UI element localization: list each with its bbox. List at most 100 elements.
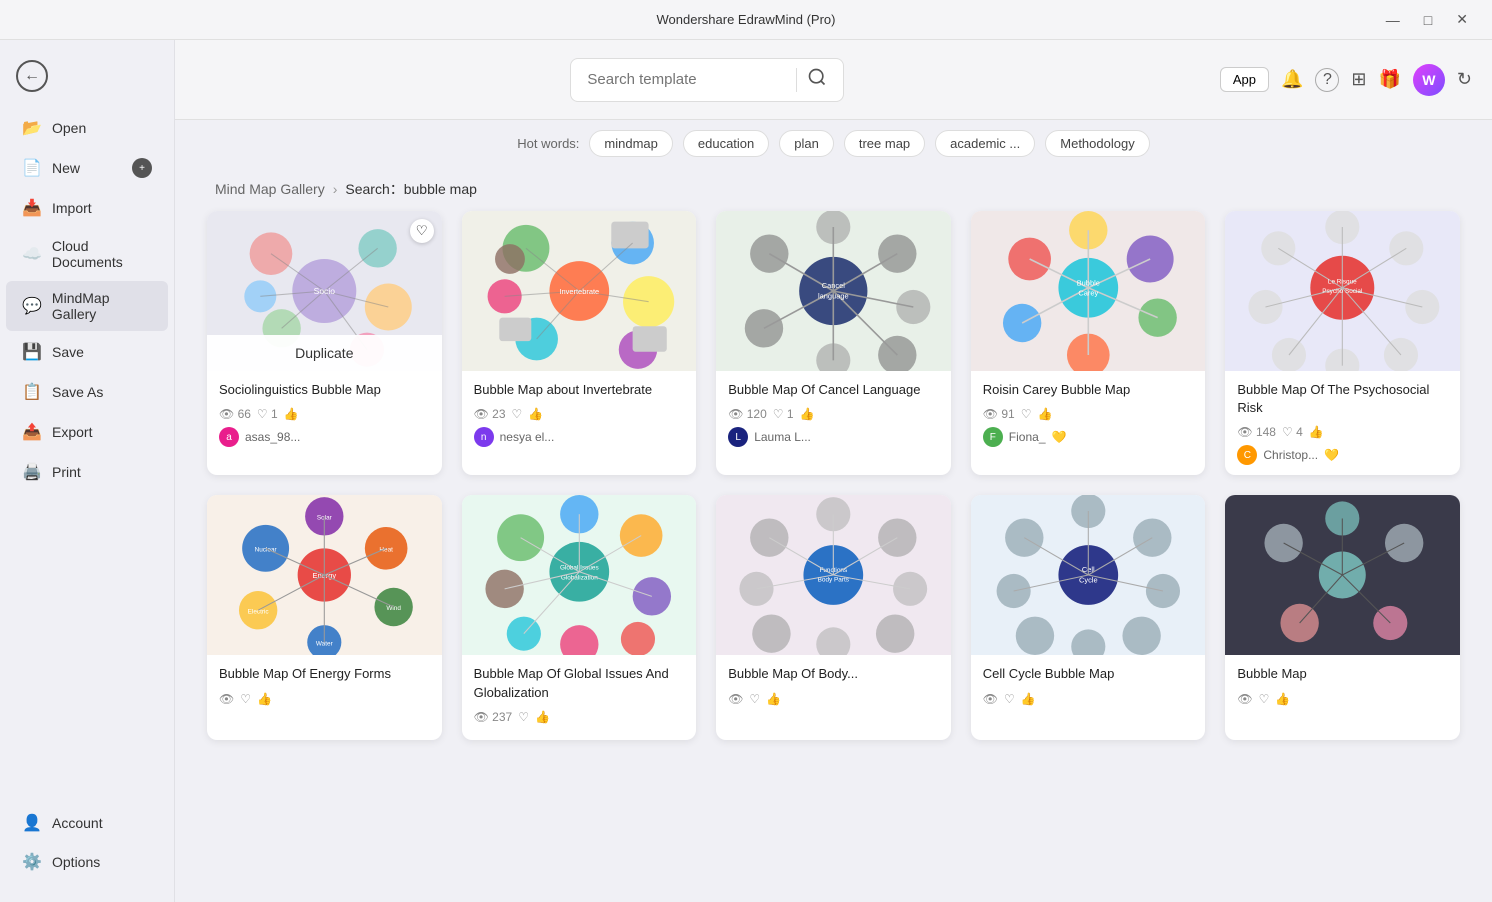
likes-5: ♡ 4	[1282, 425, 1303, 439]
sidebar-label-save: Save	[52, 344, 84, 360]
card-thumb-6: Energy Nuclear Solar Heat Wind Water Ele…	[207, 495, 442, 655]
hot-tag-methodology[interactable]: Methodology	[1045, 130, 1149, 157]
sidebar-item-mindmap[interactable]: 💬 MindMap Gallery	[6, 281, 168, 331]
svg-text:Le Risque: Le Risque	[1328, 279, 1357, 286]
sidebar-label-account: Account	[52, 815, 103, 831]
gallery-card-8[interactable]: Functions Body Parts Bubble Map Of Body.…	[716, 495, 951, 739]
card-author-1: a asas_98...	[219, 427, 430, 447]
options-icon: ⚙️	[22, 852, 42, 872]
app-title: Wondershare EdrawMind (Pro)	[657, 12, 836, 27]
thumbup-9: 👍	[1021, 692, 1036, 706]
card-title-9: Cell Cycle Bubble Map	[983, 665, 1194, 683]
views-4: 👁 91	[983, 407, 1015, 421]
gallery-card-4[interactable]: Bubble Carey Roisin Carey Bubble Map 👁 9…	[971, 211, 1206, 475]
author-name-4: Fiona_	[1009, 430, 1046, 444]
gallery-card-9[interactable]: Cell Cycle Cell Cycle Bubble Map 👁	[971, 495, 1206, 739]
bubble-map-2: Invertebrate	[462, 211, 697, 371]
card-info-6: Bubble Map Of Energy Forms 👁 ♡ 👍	[207, 655, 442, 721]
main-area: App 🔔 ? ⊞ 🎁 W ↻ Hot words: mindmap educa…	[175, 40, 1492, 902]
maximize-button[interactable]: □	[1416, 9, 1440, 30]
card-thumb-1: Socio ♡ Duplicate	[207, 211, 442, 371]
sidebar-item-new[interactable]: 📄 New +	[6, 149, 168, 187]
grid-icon[interactable]: ⊞	[1351, 69, 1366, 90]
sidebar-item-import[interactable]: 📥 Import	[6, 189, 168, 227]
views-3: 👁 120	[728, 407, 767, 421]
svg-text:Psycho Social: Psycho Social	[1323, 288, 1363, 295]
search-input[interactable]	[587, 71, 786, 88]
views-8: 👁	[728, 692, 743, 706]
sidebar-item-print[interactable]: 🖨️ Print	[6, 453, 168, 491]
card-thumb-8: Functions Body Parts	[716, 495, 951, 655]
minimize-button[interactable]: —	[1378, 9, 1408, 30]
sidebar-item-cloud[interactable]: ☁️ Cloud Documents	[6, 229, 168, 279]
svg-text:Carey: Carey	[1078, 288, 1098, 297]
card-thumb-9: Cell Cycle	[971, 495, 1206, 655]
thumbup-7: 👍	[535, 710, 550, 724]
thumbup-1: 👍	[284, 407, 299, 421]
sidebar-label-options: Options	[52, 854, 100, 870]
likes-3: ♡ 1	[773, 407, 794, 421]
gallery-card-6[interactable]: Energy Nuclear Solar Heat Wind Water Ele…	[207, 495, 442, 739]
favorite-button-1[interactable]: ♡	[410, 219, 434, 243]
sidebar-item-save[interactable]: 💾 Save	[6, 333, 168, 371]
thumbup-5: 👍	[1309, 425, 1324, 439]
gallery-card-3[interactable]: Cancel language Bubble Map Of Cancel Lan…	[716, 211, 951, 475]
gallery-card-5[interactable]: Le Risque Psycho Social Bubble Map Of Th…	[1225, 211, 1460, 475]
hot-tag-academic[interactable]: academic ...	[935, 130, 1035, 157]
sidebar-label-export: Export	[52, 424, 92, 440]
close-button[interactable]: ✕	[1448, 9, 1476, 30]
likes-6: ♡	[240, 692, 251, 706]
back-button[interactable]: ←	[0, 52, 174, 100]
gift-icon[interactable]: 🎁	[1378, 69, 1400, 90]
sidebar-label-cloud: Cloud Documents	[52, 238, 152, 270]
bell-icon[interactable]: 🔔	[1281, 69, 1303, 90]
hot-tag-treemap[interactable]: tree map	[844, 130, 925, 157]
breadcrumb-current: Search：bubble map	[345, 179, 477, 199]
svg-text:Socio: Socio	[314, 286, 336, 296]
hot-tag-education[interactable]: education	[683, 130, 769, 157]
svg-text:Wind: Wind	[386, 606, 401, 613]
hot-words-bar: Hot words: mindmap education plan tree m…	[175, 120, 1492, 167]
card-info-5: Bubble Map Of The Psychosocial Risk 👁 14…	[1225, 371, 1460, 475]
svg-text:Invertebrate: Invertebrate	[559, 287, 599, 296]
card-thumb-4: Bubble Carey	[971, 211, 1206, 371]
search-button[interactable]	[807, 67, 827, 92]
card-meta-6: 👁 ♡ 👍	[219, 692, 430, 706]
gallery-card-10[interactable]: Bubble Map 👁 ♡ 👍	[1225, 495, 1460, 739]
refresh-button[interactable]: ↻	[1457, 69, 1472, 90]
hot-tag-mindmap[interactable]: mindmap	[589, 130, 672, 157]
gallery-card-2[interactable]: Invertebrate Bubble Map about Invertebra…	[462, 211, 697, 475]
gallery-content: Mind Map Gallery › Search：bubble map	[175, 167, 1492, 902]
views-5: 👁 148	[1237, 425, 1276, 439]
user-avatar[interactable]: W	[1413, 64, 1445, 96]
gallery-card-7[interactable]: Global Issues Globalization Bubble Map O…	[462, 495, 697, 739]
sidebar-item-export[interactable]: 📤 Export	[6, 413, 168, 451]
export-icon: 📤	[22, 422, 42, 442]
card-thumb-3: Cancel language	[716, 211, 951, 371]
help-icon[interactable]: ?	[1315, 68, 1339, 92]
card-thumb-10	[1225, 495, 1460, 655]
thumbup-2: 👍	[528, 407, 543, 421]
bubble-map-9: Cell Cycle	[971, 495, 1206, 655]
author-avatar-4: F	[983, 427, 1003, 447]
new-badge[interactable]: +	[132, 158, 152, 178]
breadcrumb-gallery-link[interactable]: Mind Map Gallery	[215, 181, 325, 197]
duplicate-button-1[interactable]: Duplicate	[207, 335, 442, 371]
open-icon: 📂	[22, 118, 42, 138]
card-thumb-2: Invertebrate	[462, 211, 697, 371]
sidebar-item-options[interactable]: ⚙️ Options	[6, 843, 168, 881]
sidebar-item-account[interactable]: 👤 Account	[6, 804, 168, 842]
bubble-map-10	[1225, 495, 1460, 655]
card-title-10: Bubble Map	[1237, 665, 1448, 683]
hot-tag-plan[interactable]: plan	[779, 130, 834, 157]
author-avatar-2: n	[474, 427, 494, 447]
author-name-1: asas_98...	[245, 430, 300, 444]
sidebar-item-open[interactable]: 📂 Open	[6, 109, 168, 147]
card-meta-1: 👁 66 ♡ 1 👍	[219, 407, 430, 421]
thumbup-4: 👍	[1037, 407, 1052, 421]
gallery-card-1[interactable]: Socio ♡ Duplicate Sociolinguistics Bubbl…	[207, 211, 442, 475]
app-button[interactable]: App	[1220, 67, 1269, 92]
likes-9: ♡	[1004, 692, 1015, 706]
sidebar-label-open: Open	[52, 120, 86, 136]
sidebar-item-saveas[interactable]: 📋 Save As	[6, 373, 168, 411]
